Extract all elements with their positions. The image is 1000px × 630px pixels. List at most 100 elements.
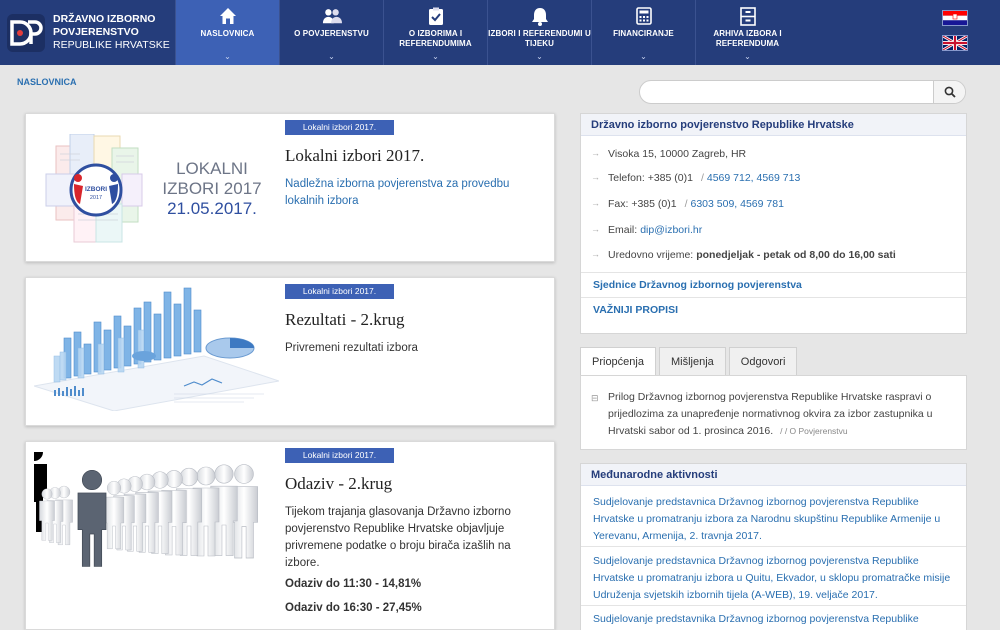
search-box xyxy=(639,80,966,104)
emblem-text-1: IZBORI xyxy=(85,186,107,193)
announcement-item[interactable]: ⊟ Prilog Državnog izbornog povjerenstva … xyxy=(591,389,956,440)
announcement-text[interactable]: Prilog Državnog izbornog povjerenstva Re… xyxy=(608,391,933,437)
news-card-rezultati[interactable]: Lokalni izbori 2017. Rezultati - 2.krug … xyxy=(25,277,555,426)
chevron-down-icon: ⌄ xyxy=(432,52,439,61)
archive-icon xyxy=(738,6,758,26)
international-activity-link[interactable]: Sudjelovanje predstavnica Državnog izbor… xyxy=(593,553,958,604)
clipboard-icon xyxy=(426,6,446,26)
contact-fax: → Fax: +385 (0)1 / 6303 509, 4569 781 xyxy=(591,198,784,210)
nav-arhiva[interactable]: ARHIVA IZBORA I REFERENDUMA ⌄ xyxy=(695,0,799,65)
chevron-down-icon: ⌄ xyxy=(224,52,231,61)
results-chart-illustration xyxy=(33,286,280,420)
home-icon xyxy=(218,6,238,26)
tab-priopcenja[interactable]: Priopćenja xyxy=(580,347,656,376)
announcements-tabs: Priopćenja Mišljenja Odgovori xyxy=(580,347,798,376)
search-button[interactable] xyxy=(933,81,965,103)
logo-line-2: POVJERENSTVO xyxy=(53,26,139,38)
logo-line-3: REPUBLIKE HRVATSKE xyxy=(53,39,170,51)
banner-text-date: 21.05.2017. xyxy=(167,199,257,218)
nav-o-povjerenstvu[interactable]: O POVJERENSTVU ⌄ xyxy=(279,0,383,65)
bullet-icon: ⊟ xyxy=(591,393,599,403)
fax-label: Fax: +385 (0)1 xyxy=(608,198,677,210)
contact-hours: → Uredovno vrijeme: ponedjeljak - petak … xyxy=(591,249,896,261)
main-navigation: NASLOVNICA ⌄ O POVJERENSTVU ⌄ O IZBORIMA… xyxy=(175,0,799,65)
fax-numbers-link[interactable]: 6303 509, 4569 781 xyxy=(691,198,784,210)
arrow-right-icon: → xyxy=(591,148,600,158)
news-card-lokalni-izbori[interactable]: IZBORI 2017 LOKALNI IZBORI 2017 21.05.20… xyxy=(25,113,555,262)
turnout-crowd-illustration xyxy=(21,443,279,587)
category-badge[interactable]: Lokalni izbori 2017. xyxy=(285,284,394,299)
phone-numbers-link[interactable]: 4569 712, 4569 713 xyxy=(707,172,800,184)
news-title[interactable]: Lokalni izbori 2017. xyxy=(285,146,424,166)
international-panel-title: Međunarodne aktivnosti xyxy=(581,464,966,486)
hours-label: Uredovno vrijeme: xyxy=(608,249,694,261)
tab-misljenja[interactable]: Mišljenja xyxy=(658,347,726,376)
nav-label: IZBORI I REFERENDUMI U TIJEKU xyxy=(488,29,591,48)
chevron-down-icon: ⌄ xyxy=(328,52,335,61)
news-title[interactable]: Odaziv - 2.krug xyxy=(285,474,392,494)
uk-flag-icon[interactable] xyxy=(942,34,968,52)
separator: / xyxy=(700,172,704,184)
news-card-odaziv[interactable]: Lokalni izbori 2017. Odaziv - 2.krug Tij… xyxy=(21,441,555,630)
croatian-flag-icon[interactable] xyxy=(942,10,968,26)
turnout-stat: Odaziv do 11:30 - 14,81% xyxy=(285,578,422,590)
nav-financiranje[interactable]: FINANCIRANJE ⌄ xyxy=(591,0,695,65)
nav-label: ARHIVA IZBORA I REFERENDUMA xyxy=(713,29,782,48)
hours-text: ponedjeljak - petak od 8,00 do 16,00 sat… xyxy=(696,249,896,261)
nav-label: O POVJERENSTVU xyxy=(294,29,369,38)
separator: / xyxy=(684,198,688,210)
email-label: Email: xyxy=(608,224,638,236)
nav-o-izborima[interactable]: O IZBORIMA I REFERENDUMIMA ⌄ xyxy=(383,0,487,65)
news-title[interactable]: Rezultati - 2.krug xyxy=(285,310,404,330)
tab-odgovori[interactable]: Odgovori xyxy=(728,347,798,376)
search-input[interactable] xyxy=(640,81,933,103)
people-icon xyxy=(322,6,342,26)
contact-phone: → Telefon: +385 (0)1 / 4569 712, 4569 71… xyxy=(591,172,800,184)
international-activities-panel: Međunarodne aktivnosti Sudjelovanje pred… xyxy=(580,463,967,630)
contact-address: → Visoka 15, 10000 Zagreb, HR xyxy=(591,148,746,160)
dip-logo-icon xyxy=(7,13,45,52)
arrow-right-icon: → xyxy=(591,249,600,259)
nav-label: O IZBORIMA I REFERENDUMIMA xyxy=(399,29,472,48)
nav-naslovnica[interactable]: NASLOVNICA ⌄ xyxy=(175,0,279,65)
calculator-icon xyxy=(634,6,654,26)
site-header: DRŽAVNO IZBORNO POVJERENSTVO REPUBLIKE H… xyxy=(0,0,1000,65)
chevron-down-icon: ⌄ xyxy=(744,52,751,61)
phone-label: Telefon: +385 (0)1 xyxy=(608,172,693,184)
nav-label: NASLOVNICA xyxy=(200,29,255,38)
lokalni-izbori-2017-banner: IZBORI 2017 LOKALNI IZBORI 2017 21.05.20… xyxy=(34,133,279,244)
nav-label: FINANCIRANJE xyxy=(613,29,674,38)
news-description[interactable]: Tijekom trajanja glasovanja Državno izbo… xyxy=(285,504,525,572)
divider xyxy=(581,546,966,547)
logo-line-1: DRŽAVNO IZBORNO xyxy=(53,13,156,25)
sjednice-link[interactable]: Sjednice Državnog izbornog povjerenstva xyxy=(593,279,802,291)
banner-text-lokalni: LOKALNI xyxy=(176,159,248,178)
chevron-down-icon: ⌄ xyxy=(640,52,647,61)
divider xyxy=(581,297,966,298)
international-activity-link[interactable]: Sudjelovanje predstavnika Državnog izbor… xyxy=(593,611,958,630)
emblem-text-2: 2017 xyxy=(90,195,102,201)
chevron-down-icon: ⌄ xyxy=(536,52,543,61)
banner-text-izbori: IZBORI 2017 xyxy=(162,179,261,198)
vazniji-propisi-link[interactable]: VAŽNIJI PROPISI xyxy=(593,304,678,316)
news-description[interactable]: Nadležna izborna povjerenstva za provedb… xyxy=(285,176,525,210)
arrow-right-icon: → xyxy=(591,198,600,208)
contact-panel-title: Državno izborno povjerenstvo Republike H… xyxy=(581,114,966,136)
news-description[interactable]: Privremeni rezultati izbora xyxy=(285,340,525,357)
announcement-category[interactable]: / / O Povjerenstvu xyxy=(780,426,848,436)
contact-panel: Državno izborno povjerenstvo Republike H… xyxy=(580,113,967,334)
search-icon xyxy=(944,86,956,98)
category-badge[interactable]: Lokalni izbori 2017. xyxy=(285,120,394,135)
turnout-stat: Odaziv do 16:30 - 27,45% xyxy=(285,602,422,614)
email-link[interactable]: dip@izbori.hr xyxy=(640,224,702,236)
site-logo[interactable]: DRŽAVNO IZBORNO POVJERENSTVO REPUBLIKE H… xyxy=(0,0,175,65)
divider xyxy=(581,272,966,273)
tab-content-priopcenja: ⊟ Prilog Državnog izbornog povjerenstva … xyxy=(580,375,967,450)
breadcrumb[interactable]: NASLOVNICA xyxy=(17,77,77,87)
category-badge[interactable]: Lokalni izbori 2017. xyxy=(285,448,394,463)
bell-icon xyxy=(530,6,550,26)
arrow-right-icon: → xyxy=(591,224,600,234)
international-activity-link[interactable]: Sudjelovanje predstavnica Državnog izbor… xyxy=(593,494,958,545)
nav-izbori-u-tijeku[interactable]: IZBORI I REFERENDUMI U TIJEKU ⌄ xyxy=(487,0,591,65)
contact-email: → Email: dip@izbori.hr xyxy=(591,224,702,236)
